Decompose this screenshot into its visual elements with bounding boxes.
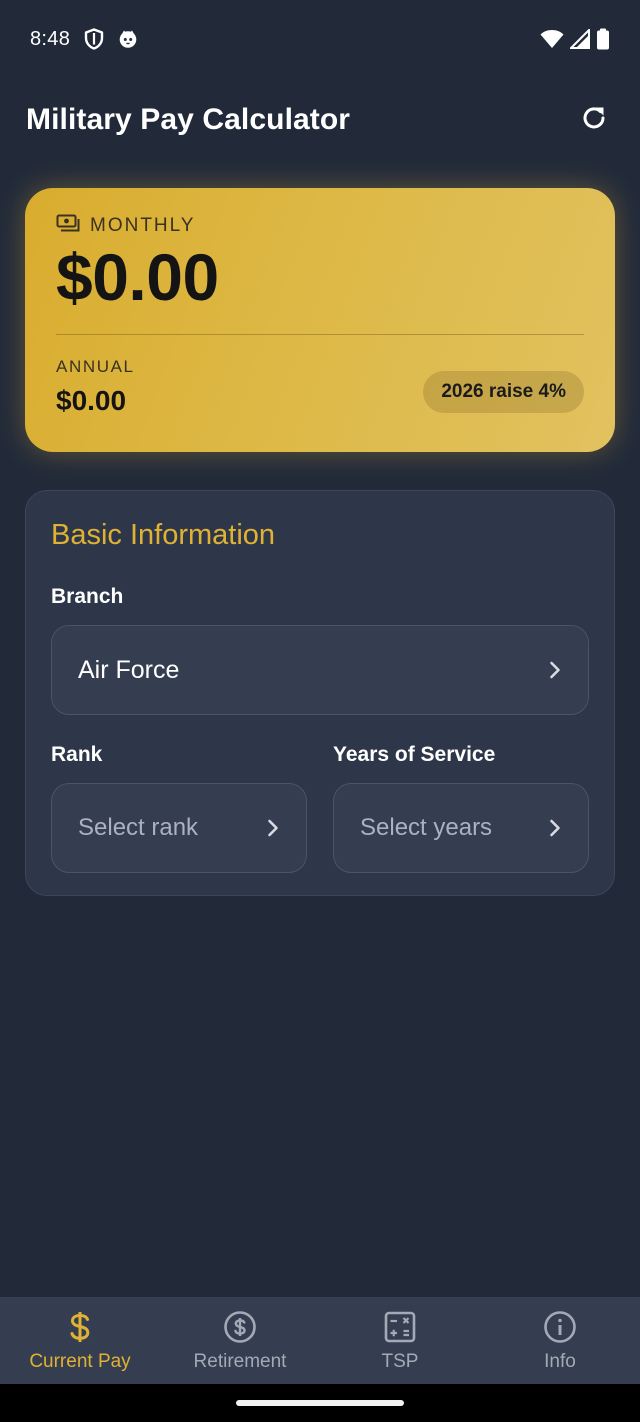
card-divider: [56, 334, 584, 336]
calculator-icon: [384, 1309, 416, 1345]
wifi-icon: [540, 29, 564, 49]
pay-summary-card: MONTHLY $0.00 ANNUAL $0.00 2026 raise 4%: [25, 188, 615, 452]
chevron-right-icon: [548, 660, 562, 680]
annual-pay-value: $0.00: [56, 385, 127, 417]
years-placeholder: Select years: [360, 814, 493, 841]
rank-label: Rank: [51, 743, 103, 766]
gesture-navigation-bar: [0, 1384, 640, 1422]
chevron-right-icon: [266, 818, 280, 838]
annual-label: ANNUAL: [56, 357, 135, 377]
page-title: Military Pay Calculator: [26, 103, 351, 136]
nav-item-tsp[interactable]: TSP: [320, 1297, 480, 1384]
nav-item-retirement[interactable]: Retirement: [160, 1297, 320, 1384]
refresh-icon: [580, 104, 608, 137]
years-of-service-select[interactable]: Select years: [333, 783, 589, 873]
dollar-icon: [68, 1309, 92, 1345]
nav-label: Retirement: [193, 1351, 287, 1372]
status-time: 8:48: [30, 27, 71, 50]
monthly-label: MONTHLY: [90, 214, 196, 236]
status-bar: 8:48: [0, 0, 640, 78]
nav-label: Info: [544, 1351, 576, 1372]
nav-label: TSP: [381, 1351, 419, 1372]
basic-information-card: Basic Information Branch Air Force Rank …: [25, 490, 615, 896]
battery-icon: [596, 28, 610, 50]
years-of-service-label: Years of Service: [333, 743, 496, 766]
nav-item-info[interactable]: Info: [480, 1297, 640, 1384]
rank-placeholder: Select rank: [78, 814, 199, 841]
branch-label: Branch: [51, 585, 124, 608]
app-bar: Military Pay Calculator: [0, 88, 640, 152]
branch-value: Air Force: [78, 655, 180, 684]
signal-icon: [570, 29, 590, 49]
nav-item-current-pay[interactable]: Current Pay: [0, 1297, 160, 1384]
home-gesture-handle[interactable]: [236, 1400, 404, 1406]
monthly-pay-value: $0.00: [56, 240, 219, 314]
money-icon: [56, 214, 80, 237]
shield-icon: [84, 28, 104, 50]
section-title: Basic Information: [51, 519, 276, 551]
chevron-right-icon: [548, 818, 562, 838]
raise-badge: 2026 raise 4%: [423, 371, 584, 414]
branch-select[interactable]: Air Force: [51, 625, 589, 715]
refresh-button[interactable]: [574, 100, 614, 140]
cat-icon: [118, 29, 138, 49]
rank-select[interactable]: Select rank: [51, 783, 307, 873]
info-icon: [543, 1309, 577, 1345]
bottom-navigation: Current Pay Retirement TSP Info: [0, 1297, 640, 1384]
nav-label: Current Pay: [29, 1351, 131, 1372]
dollar-circle-icon: [223, 1309, 257, 1345]
